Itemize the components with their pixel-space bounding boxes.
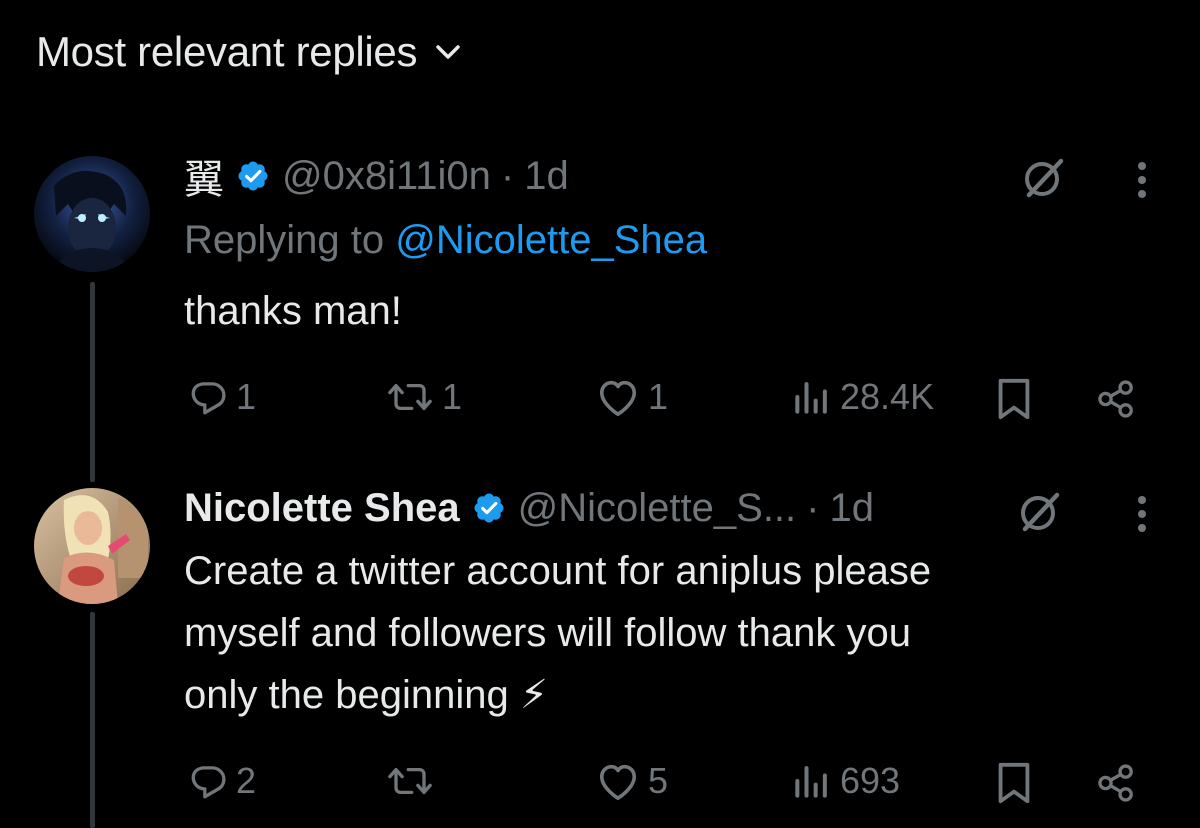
view-count: 28.4K — [840, 376, 935, 417]
verified-badge-icon — [236, 159, 270, 193]
more-options-icon[interactable] — [1122, 486, 1162, 542]
repost-icon — [384, 760, 436, 802]
user-handle[interactable]: @0x8i11i0n — [282, 154, 491, 199]
replying-to: Replying to @Nicolette_Shea — [184, 218, 707, 263]
share-icon — [1094, 378, 1138, 420]
views-button[interactable]: 28.4K — [790, 376, 934, 418]
bookmark-icon — [994, 760, 1034, 806]
tweet-header: 翼 @0x8i11i0n · 1d — [184, 152, 569, 204]
views-icon — [790, 376, 834, 418]
reply-icon — [188, 376, 230, 418]
grok-icon[interactable] — [1014, 150, 1074, 206]
heart-icon — [594, 760, 642, 802]
verified-badge-icon — [472, 491, 506, 525]
separator-dot: · — [806, 485, 820, 530]
reply-button[interactable]: 2 — [188, 760, 256, 802]
chevron-down-icon — [435, 43, 461, 61]
tweet-header: Nicolette Shea @Nicolette_S... · 1d — [184, 484, 874, 532]
timestamp[interactable]: 1d — [524, 154, 569, 199]
reply-button[interactable]: 1 — [188, 376, 256, 418]
bookmark-button[interactable] — [994, 376, 1034, 422]
sort-replies-dropdown[interactable]: Most relevant replies — [36, 28, 461, 76]
tweet-text: Create a twitter account for aniplus ple… — [184, 549, 932, 717]
like-button[interactable]: 1 — [594, 376, 668, 418]
more-options-icon[interactable] — [1122, 152, 1162, 208]
thread-connector-line — [90, 282, 95, 482]
repost-button[interactable] — [384, 760, 442, 802]
like-button[interactable]: 5 — [594, 760, 668, 802]
display-name[interactable]: 翼 — [184, 147, 224, 205]
share-button[interactable] — [1094, 762, 1138, 804]
grok-icon[interactable] — [1010, 484, 1070, 540]
heart-icon — [594, 376, 642, 418]
views-icon — [790, 760, 834, 802]
reply-icon — [188, 760, 230, 802]
separator-dot: · — [500, 153, 515, 198]
share-icon — [1094, 762, 1138, 804]
display-name[interactable]: Nicolette Shea — [184, 486, 460, 531]
repost-button[interactable]: 1 — [384, 376, 462, 418]
like-count: 1 — [648, 376, 669, 417]
share-button[interactable] — [1094, 378, 1138, 420]
avatar[interactable] — [34, 156, 150, 272]
tweet-text: thanks man! — [184, 289, 402, 333]
sort-label: Most relevant replies — [36, 28, 418, 75]
timestamp[interactable]: 1d — [829, 486, 874, 531]
replying-prefix: Replying to — [184, 218, 396, 262]
mention-link[interactable]: @Nicolette_Shea — [395, 218, 707, 262]
bookmark-button[interactable] — [994, 760, 1034, 806]
user-handle[interactable]: @Nicolette_S... — [518, 486, 797, 531]
avatar[interactable] — [34, 488, 150, 604]
like-count: 5 — [648, 760, 669, 801]
bookmark-icon — [994, 376, 1034, 422]
repost-icon — [384, 376, 436, 418]
reply-count: 2 — [236, 760, 257, 801]
thread-connector-line — [90, 612, 95, 828]
view-count: 693 — [840, 760, 901, 801]
reply-count: 1 — [236, 376, 257, 417]
views-button[interactable]: 693 — [790, 760, 900, 802]
repost-count: 1 — [442, 376, 463, 417]
